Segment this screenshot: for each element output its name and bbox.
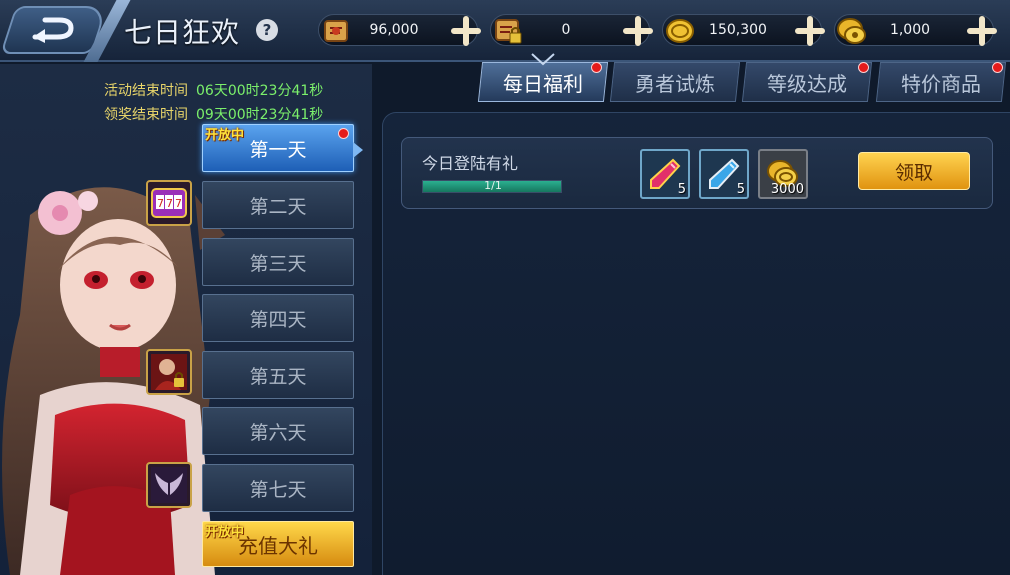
task-card: 今日登陆有礼 1/1 5 5 3000 领取: [401, 137, 993, 209]
claim-button[interactable]: 领取: [858, 152, 970, 190]
tab-pointer-icon: [531, 53, 555, 66]
resource-locked-scroll: 0: [490, 14, 653, 46]
reward-count: 5: [677, 182, 686, 197]
scroll-icon: [317, 12, 355, 50]
tab-hero-trial[interactable]: 勇者试炼: [609, 62, 741, 102]
back-arrow-icon: [32, 17, 74, 43]
task-title: 今日登陆有礼: [422, 154, 519, 173]
claim-end-label: 领奖结束时间: [104, 107, 188, 123]
claim-end-value: 09天00时23分41秒: [196, 107, 324, 123]
notification-dot: [591, 62, 602, 73]
recharge-gift-button[interactable]: 开放中 充值大礼: [202, 521, 354, 567]
plus-icon: [967, 16, 997, 46]
reward-red-crystal[interactable]: 5: [640, 149, 690, 199]
add-scroll-button[interactable]: [449, 13, 483, 49]
resource-gold: 150,300: [662, 14, 825, 46]
day-button-5[interactable]: 第五天: [202, 351, 354, 399]
reward-count: 3000: [770, 182, 804, 197]
tab-daily-welfare[interactable]: 每日福利: [477, 62, 609, 102]
tab-label: 勇者试炼: [635, 71, 715, 96]
day-label: 第四天: [249, 308, 307, 331]
day-button-6[interactable]: 第六天: [202, 407, 354, 455]
tab-special-offers[interactable]: 特价商品: [875, 62, 1007, 102]
honor-coin-icon: [833, 12, 871, 50]
notification-dot: [338, 128, 349, 139]
resource-value: 1,000: [889, 22, 931, 38]
day-label: 第三天: [249, 252, 307, 275]
day-label: 第六天: [249, 421, 307, 444]
activity-end-label: 活动结束时间: [104, 83, 188, 99]
content-panel: 今日登陆有礼 1/1 5 5 3000 领取: [382, 112, 1010, 575]
open-tag: 开放中: [205, 525, 245, 540]
top-bar: 七日狂欢 ? 96,000 0 150,300 1,000: [0, 0, 1010, 62]
page-title: 七日狂欢: [124, 16, 241, 49]
svg-text:7: 7: [175, 197, 182, 210]
tab-level-reached[interactable]: 等级达成: [741, 62, 873, 102]
svg-text:7: 7: [166, 197, 173, 210]
character-illustration: [2, 187, 225, 575]
tab-label: 等级达成: [767, 71, 847, 96]
reward-count: 5: [736, 182, 745, 197]
activity-end-time: 活动结束时间 06天00时23分41秒: [104, 80, 323, 100]
svg-text:7: 7: [157, 197, 164, 210]
reward-gold[interactable]: 3000: [758, 149, 808, 199]
selected-arrow-icon: [353, 142, 363, 158]
day-label: 第一天: [249, 138, 307, 161]
resource-value: 0: [561, 22, 571, 38]
add-locked-scroll-button[interactable]: [621, 13, 655, 49]
resource-value: 150,300: [709, 22, 767, 38]
tab-label: 每日福利: [503, 71, 583, 96]
hero-portrait-icon[interactable]: [146, 349, 192, 395]
day-button-4[interactable]: 第四天: [202, 294, 354, 342]
day-button-1[interactable]: 开放中 第一天: [202, 124, 363, 172]
day-button-3[interactable]: 第三天: [202, 238, 354, 286]
add-gold-button[interactable]: [793, 13, 827, 49]
claim-end-time: 领奖结束时间 09天00时23分41秒: [104, 104, 323, 124]
day-button-7[interactable]: 第七天: [202, 464, 354, 512]
activity-end-value: 06天00时23分41秒: [196, 83, 324, 99]
locked-scroll-icon: [489, 12, 527, 50]
plus-icon: [795, 16, 825, 46]
task-progress-bar: 1/1: [422, 179, 562, 193]
gold-coin-icon: [661, 12, 699, 50]
notification-dot: [858, 62, 869, 73]
resource-scroll: 96,000: [318, 14, 481, 46]
reward-blue-crystal[interactable]: 5: [699, 149, 749, 199]
tab-label: 特价商品: [901, 71, 981, 96]
help-icon[interactable]: ?: [256, 19, 278, 41]
day-button-2[interactable]: 第二天: [202, 181, 354, 229]
open-tag: 开放中: [205, 128, 245, 143]
resource-honor: 1,000: [834, 14, 997, 46]
wings-icon[interactable]: [146, 462, 192, 508]
add-honor-button[interactable]: [965, 13, 999, 49]
day-label: 第二天: [249, 195, 307, 218]
plus-icon: [623, 16, 653, 46]
slot-machine-icon[interactable]: 777: [146, 180, 192, 226]
progress-text: 1/1: [484, 179, 502, 192]
day-label: 第五天: [249, 365, 307, 388]
day-label: 充值大礼: [238, 533, 318, 558]
resource-value: 96,000: [369, 22, 419, 38]
notification-dot: [992, 62, 1003, 73]
day-label: 第七天: [249, 478, 307, 501]
plus-icon: [451, 16, 481, 46]
